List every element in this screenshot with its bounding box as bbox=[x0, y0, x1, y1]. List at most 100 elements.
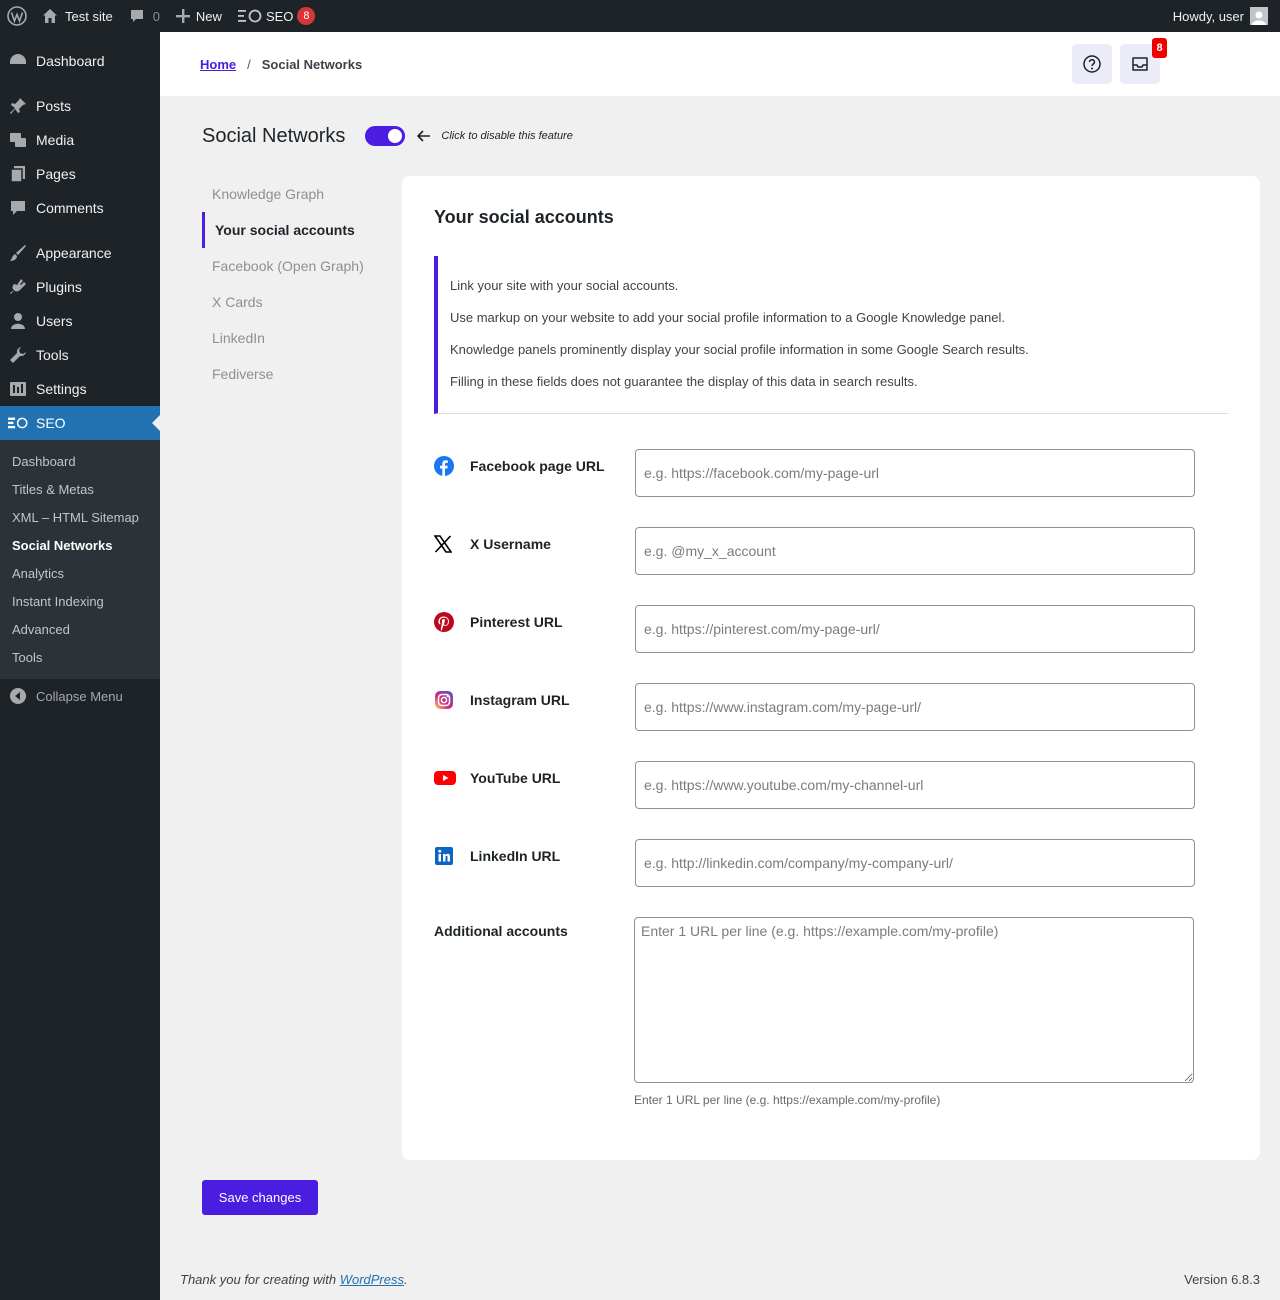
help-icon bbox=[1083, 55, 1101, 73]
breadcrumb-home-link[interactable]: Home bbox=[200, 57, 236, 72]
pin-icon bbox=[8, 96, 28, 116]
menu-item-users[interactable]: Users bbox=[0, 304, 160, 338]
dashboard-icon bbox=[8, 51, 28, 71]
submenu-item-tools[interactable]: Tools bbox=[0, 643, 160, 671]
new-label: New bbox=[195, 8, 222, 24]
wordpress-link[interactable]: WordPress bbox=[340, 1272, 404, 1287]
facebook-icon bbox=[434, 456, 458, 476]
new-content-link[interactable]: New bbox=[168, 0, 230, 32]
instagram-url-input[interactable] bbox=[635, 683, 1195, 731]
comment-icon bbox=[130, 10, 143, 22]
menu-label: Comments bbox=[36, 200, 104, 216]
youtube-field-row: YouTube URL bbox=[434, 761, 1195, 809]
user-icon bbox=[8, 311, 28, 331]
tab-your-social-accounts[interactable]: Your social accounts bbox=[202, 212, 392, 248]
menu-label: Tools bbox=[36, 347, 69, 363]
section-title: Your social accounts bbox=[434, 207, 614, 227]
menu-item-plugins[interactable]: Plugins bbox=[0, 270, 160, 304]
site-name-link[interactable]: Test site bbox=[34, 0, 121, 32]
avatar bbox=[1250, 7, 1268, 25]
x-username-input[interactable] bbox=[635, 527, 1195, 575]
youtube-label: YouTube URL bbox=[470, 770, 561, 786]
version-text: Version 6.8.3 bbox=[1184, 1272, 1260, 1287]
submenu-item-social-networks[interactable]: Social Networks bbox=[0, 531, 160, 559]
menu-item-settings[interactable]: Settings bbox=[0, 372, 160, 406]
collapse-menu-button[interactable]: Collapse Menu bbox=[0, 679, 160, 713]
pinterest-field-row: Pinterest URL bbox=[434, 605, 1195, 653]
wordpress-logo-icon[interactable] bbox=[0, 0, 34, 32]
tab-linkedin[interactable]: LinkedIn bbox=[202, 320, 392, 356]
admin-sidebar: Dashboard Posts Media Pages Comments App… bbox=[0, 32, 160, 1300]
pages-icon bbox=[8, 164, 28, 184]
menu-item-seo[interactable]: SEO bbox=[0, 406, 160, 440]
home-icon bbox=[43, 9, 57, 23]
tab-x-cards[interactable]: X Cards bbox=[202, 284, 392, 320]
menu-label: Plugins bbox=[36, 279, 82, 295]
save-changes-button[interactable]: Save changes bbox=[202, 1180, 318, 1215]
page-title-row: Social Networks Click to disable this fe… bbox=[202, 122, 573, 150]
notifications-badge: 8 bbox=[1152, 38, 1167, 58]
additional-accounts-help: Enter 1 URL per line (e.g. https://examp… bbox=[634, 1093, 941, 1107]
menu-label: Media bbox=[36, 132, 75, 148]
social-accounts-card: Your social accounts Link your site with… bbox=[402, 176, 1260, 1160]
settings-icon bbox=[8, 379, 28, 399]
seo-admin-link[interactable]: SEO 8 bbox=[230, 0, 323, 32]
toggle-hint: Click to disable this feature bbox=[417, 130, 573, 142]
plugin-header: Home / Social Networks 8 bbox=[160, 32, 1280, 96]
additional-accounts-label: Additional accounts bbox=[434, 923, 568, 939]
tab-fediverse[interactable]: Fediverse bbox=[202, 356, 392, 392]
pinterest-url-input[interactable] bbox=[635, 605, 1195, 653]
x-username-label: X Username bbox=[470, 536, 551, 552]
submenu-item-advanced[interactable]: Advanced bbox=[0, 615, 160, 643]
menu-label: Users bbox=[36, 313, 73, 329]
breadcrumb-separator: / bbox=[247, 56, 251, 72]
instagram-label: Instagram URL bbox=[470, 692, 570, 708]
submenu-item-titles-metas[interactable]: Titles & Metas bbox=[0, 475, 160, 503]
comments-count: 0 bbox=[152, 8, 160, 24]
media-icon bbox=[8, 130, 28, 150]
menu-item-comments[interactable]: Comments bbox=[0, 191, 160, 225]
menu-item-media[interactable]: Media bbox=[0, 123, 160, 157]
menu-label: Pages bbox=[36, 166, 76, 182]
submenu-item-analytics[interactable]: Analytics bbox=[0, 559, 160, 587]
site-name: Test site bbox=[65, 8, 113, 24]
notifications-button[interactable]: 8 bbox=[1120, 38, 1167, 84]
linkedin-url-input[interactable] bbox=[635, 839, 1195, 887]
facebook-field-row: Facebook page URL bbox=[434, 449, 1195, 497]
submenu-item-instant-indexing[interactable]: Instant Indexing bbox=[0, 587, 160, 615]
menu-item-tools[interactable]: Tools bbox=[0, 338, 160, 372]
howdy-text: Howdy, user bbox=[1172, 8, 1244, 24]
menu-item-pages[interactable]: Pages bbox=[0, 157, 160, 191]
menu-item-posts[interactable]: Posts bbox=[0, 89, 160, 123]
menu-label: SEO bbox=[36, 415, 66, 431]
breadcrumb-current: Social Networks bbox=[261, 56, 363, 72]
notice-line: Knowledge panels prominently display you… bbox=[450, 342, 1029, 357]
menu-label: Posts bbox=[36, 98, 72, 114]
additional-accounts-textarea[interactable] bbox=[634, 917, 1194, 1083]
menu-item-appearance[interactable]: Appearance bbox=[0, 236, 160, 270]
youtube-url-input[interactable] bbox=[635, 761, 1195, 809]
footer-thanks: Thank you for creating with WordPress. bbox=[180, 1272, 408, 1287]
inbox-icon bbox=[1132, 57, 1148, 71]
feature-toggle[interactable] bbox=[365, 126, 406, 146]
settings-subnav: Knowledge Graph Your social accounts Fac… bbox=[202, 176, 392, 392]
help-button[interactable] bbox=[1072, 44, 1112, 84]
collapse-label: Collapse Menu bbox=[36, 688, 123, 704]
notice-line: Use markup on your website to add your s… bbox=[450, 310, 1005, 325]
menu-label: Dashboard bbox=[36, 53, 105, 69]
plugin-icon bbox=[8, 277, 28, 297]
account-menu[interactable]: Howdy, user bbox=[1165, 0, 1280, 32]
facebook-url-input[interactable] bbox=[635, 449, 1195, 497]
tab-knowledge-graph[interactable]: Knowledge Graph bbox=[202, 176, 392, 212]
seo-notification-badge: 8 bbox=[297, 7, 316, 25]
page-title: Social Networks bbox=[202, 124, 346, 147]
menu-label: Appearance bbox=[36, 245, 112, 261]
tab-facebook-open-graph[interactable]: Facebook (Open Graph) bbox=[202, 248, 392, 284]
comments-link[interactable]: 0 bbox=[121, 0, 168, 32]
notice-line: Link your site with your social accounts… bbox=[450, 278, 679, 293]
menu-item-dashboard[interactable]: Dashboard bbox=[0, 44, 160, 78]
facebook-label: Facebook page URL bbox=[470, 458, 605, 474]
linkedin-icon bbox=[434, 847, 458, 865]
submenu-item-dashboard[interactable]: Dashboard bbox=[0, 447, 160, 475]
submenu-item-sitemap[interactable]: XML – HTML Sitemap bbox=[0, 503, 160, 531]
